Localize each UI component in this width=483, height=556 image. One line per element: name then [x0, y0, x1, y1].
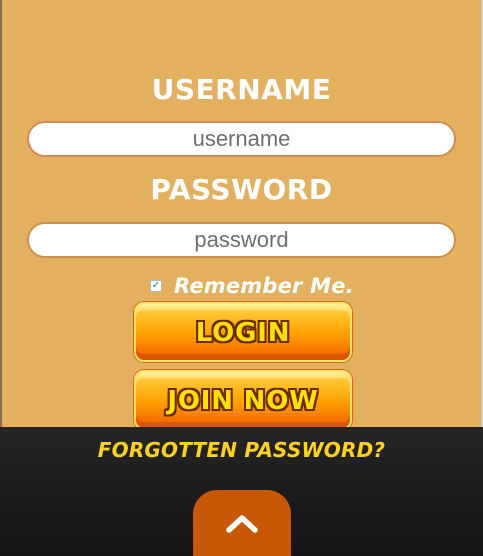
login-button-label: LOGIN — [195, 318, 291, 348]
login-button[interactable]: LOGIN — [134, 302, 352, 362]
join-now-button-label: JOIN NOW — [167, 386, 319, 416]
login-panel — [0, 0, 483, 427]
remember-me-label: Remember Me. — [174, 274, 354, 298]
password-field[interactable] — [27, 222, 456, 258]
forgotten-password-link[interactable]: FORGOTTEN PASSWORD? — [0, 438, 483, 462]
username-input[interactable] — [29, 123, 454, 155]
password-input[interactable] — [29, 224, 454, 256]
join-now-button[interactable]: JOIN NOW — [134, 370, 352, 430]
password-label: PASSWORD — [150, 173, 333, 206]
remember-me-row[interactable]: ✓ Remember Me. — [150, 274, 354, 298]
username-label: USERNAME — [151, 73, 332, 106]
scroll-up-button[interactable] — [193, 490, 291, 556]
remember-me-checkbox[interactable]: ✓ — [150, 280, 162, 292]
chevron-up-icon — [226, 515, 258, 533]
username-field[interactable] — [27, 121, 456, 157]
left-panel-edge — [0, 0, 2, 427]
